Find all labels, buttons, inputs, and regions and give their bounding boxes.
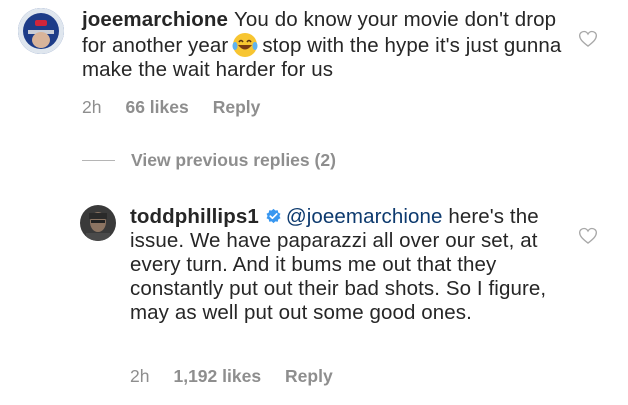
comment-meta: 2h 66 likes Reply — [82, 97, 260, 118]
reply-button[interactable]: Reply — [213, 97, 261, 118]
heart-icon[interactable] — [578, 226, 598, 246]
avatar-image — [80, 205, 116, 241]
username[interactable]: joeemarchione — [82, 8, 228, 31]
likes-count[interactable]: 66 likes — [125, 97, 188, 118]
avatar[interactable] — [18, 8, 64, 54]
username[interactable]: toddphillips1 — [130, 205, 259, 228]
mention-link[interactable]: @joeemarchione — [286, 205, 443, 228]
view-previous-label[interactable]: View previous replies (2) — [131, 150, 336, 171]
divider-line — [82, 160, 115, 161]
avatar[interactable] — [80, 205, 116, 241]
reply-button[interactable]: Reply — [285, 366, 333, 387]
timestamp[interactable]: 2h — [82, 97, 101, 118]
avatar-image — [18, 8, 64, 54]
comment-text: toddphillips1 @joeemarchione here's the … — [130, 205, 560, 325]
comment-text: joeemarchione You do know your movie don'… — [82, 8, 562, 82]
comment-meta: 2h 1,192 likes Reply — [130, 366, 333, 387]
likes-count[interactable]: 1,192 likes — [173, 366, 261, 387]
heart-icon[interactable] — [578, 29, 598, 49]
verified-badge-icon — [266, 208, 281, 224]
timestamp[interactable]: 2h — [130, 366, 149, 387]
view-previous-replies[interactable]: View previous replies (2) — [82, 150, 336, 171]
tears-of-joy-emoji-icon — [232, 33, 258, 57]
